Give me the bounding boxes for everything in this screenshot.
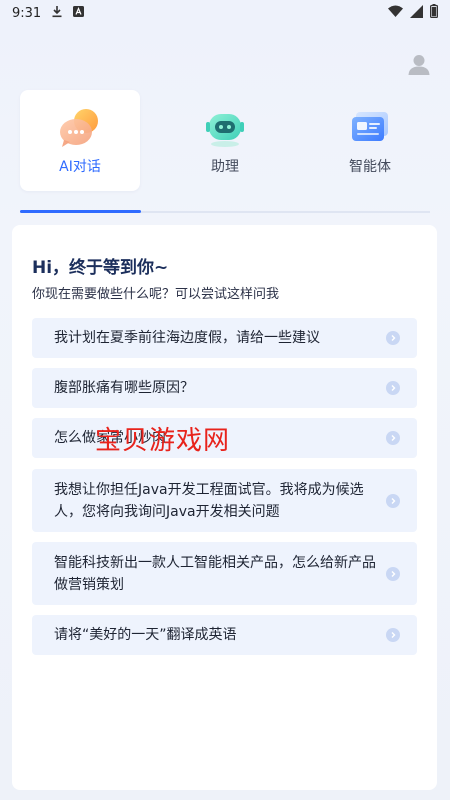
- active-tab-indicator: [20, 210, 141, 213]
- greeting-subtitle: 你现在需要做些什么呢？可以尝试这样问我: [32, 287, 280, 302]
- tab-agent[interactable]: 智能体: [310, 90, 430, 191]
- suggestion-item[interactable]: 我想让你担任Java开发工程面试官。我将成为候选人，您将向我询问Java开发相关…: [32, 469, 417, 532]
- suggestion-item[interactable]: 请将“美好的一天”翻译成英语: [32, 615, 417, 655]
- signal-icon: [410, 4, 423, 22]
- suggestion-text: 智能科技新出一款人工智能相关产品，怎么给新产品做营销策划: [54, 554, 376, 593]
- watermark: 宝贝游戏网: [95, 426, 231, 456]
- suggestion-text: 我想让你担任Java开发工程面试官。我将成为候选人，您将向我询问Java开发相关…: [54, 481, 364, 520]
- battery-icon: [430, 4, 439, 22]
- tab-ai-chat[interactable]: AI对话: [20, 90, 140, 191]
- tab-assistant[interactable]: 助理: [165, 90, 285, 191]
- suggestion-text: 我计划在夏季前往海边度假，请给一些建议: [54, 330, 320, 346]
- chevron-right-icon: [386, 381, 400, 395]
- wifi-icon: [388, 5, 403, 21]
- suggestion-text: 腹部胀痛有哪些原因？: [54, 380, 194, 396]
- suggestion-item[interactable]: 智能科技新出一款人工智能相关产品，怎么给新产品做营销策划: [32, 542, 417, 605]
- status-time: 9:31: [12, 5, 42, 21]
- download-icon: [51, 5, 63, 22]
- chevron-right-icon: [386, 628, 400, 642]
- chevron-right-icon: [386, 566, 400, 581]
- agent-card-icon: [346, 106, 394, 150]
- chat-bubbles-icon: [56, 106, 104, 150]
- tab-bar: AI对话 助理 智能体: [20, 90, 430, 195]
- person-avatar-icon[interactable]: [406, 52, 432, 78]
- suggestion-text: 请将“美好的一天”翻译成英语: [54, 627, 237, 643]
- chevron-right-icon: [386, 493, 400, 508]
- tab-label: AI对话: [59, 159, 101, 175]
- greeting-title: Hi，终于等到你~: [32, 258, 169, 278]
- suggestion-item[interactable]: 我计划在夏季前往海边度假，请给一些建议: [32, 318, 417, 358]
- status-bar: 9:31: [0, 0, 450, 26]
- a-notification-icon: [73, 5, 85, 21]
- chevron-right-icon: [386, 331, 400, 345]
- tab-label: 智能体: [349, 159, 391, 175]
- chevron-right-icon: [386, 431, 400, 445]
- suggestion-item[interactable]: 腹部胀痛有哪些原因？: [32, 368, 417, 408]
- robot-assistant-icon: [201, 106, 249, 150]
- chat-welcome-card: Hi，终于等到你~ 你现在需要做些什么呢？可以尝试这样问我 我计划在夏季前往海边…: [12, 225, 437, 790]
- tab-label: 助理: [211, 159, 239, 175]
